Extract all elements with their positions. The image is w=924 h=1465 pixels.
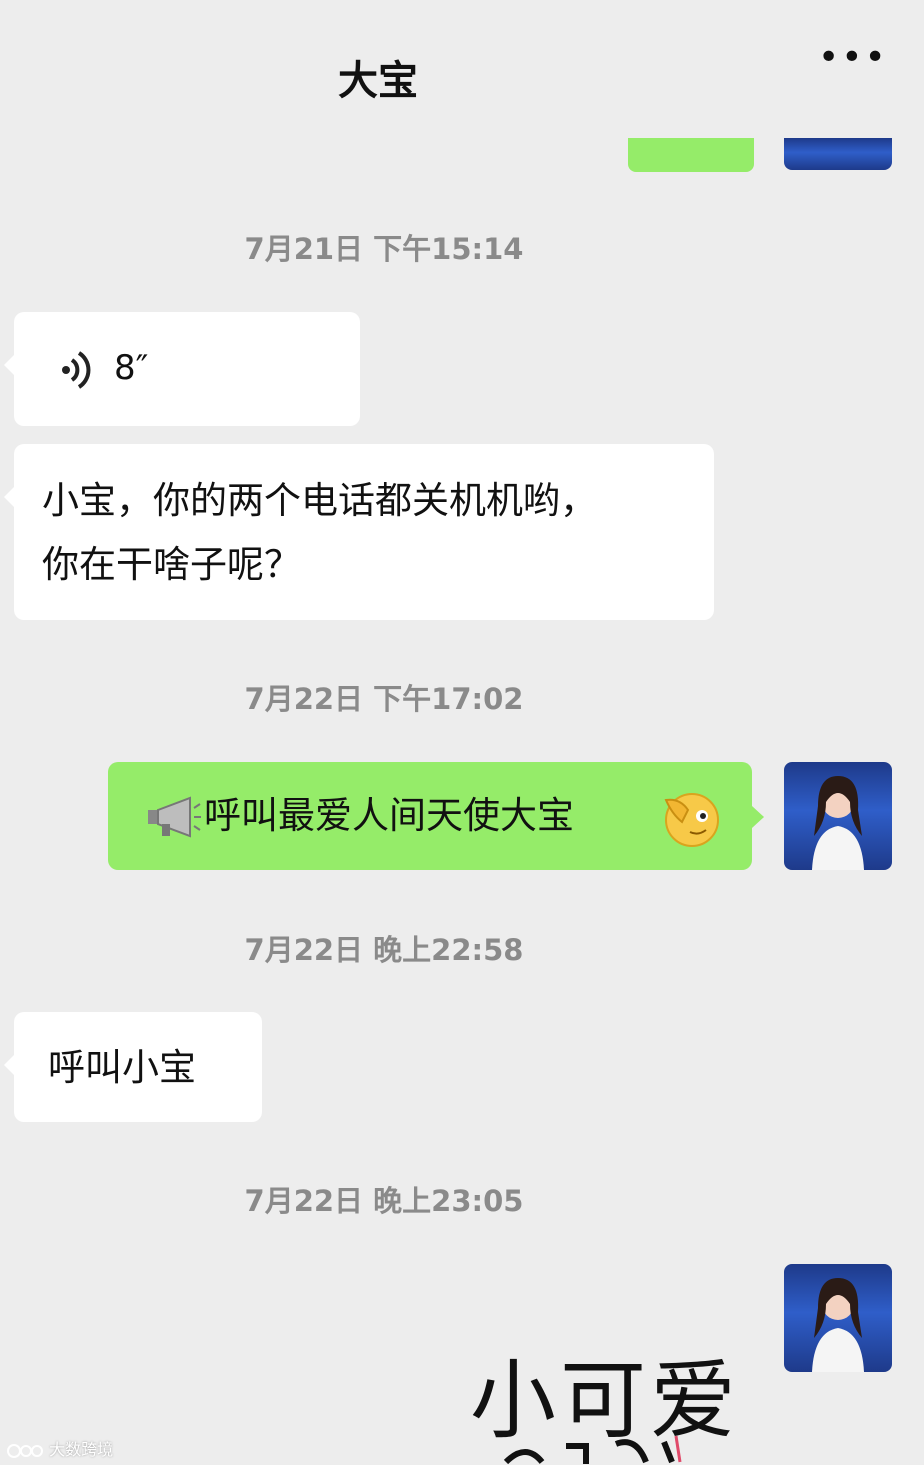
message-timestamp: 7月22日 晚上22:58 [244, 933, 524, 967]
sticker-image-partial [496, 1432, 686, 1465]
megaphone-icon [146, 794, 202, 844]
watermark-text: 大数跨境 [49, 1440, 114, 1459]
voice-duration: 8″ [114, 348, 149, 388]
watermark-logo-icon [6, 1442, 44, 1460]
self-avatar[interactable] [784, 1264, 892, 1372]
message-timestamp: 7月21日 下午15:14 [244, 232, 524, 266]
message-text: 呼叫最爱人间天使大宝 [204, 794, 574, 837]
message-line: 你在干啥子呢？ [42, 543, 301, 586]
message-timestamp: 7月22日 下午17:02 [244, 682, 524, 716]
self-avatar[interactable] [784, 138, 892, 170]
voice-message-bubble[interactable]: 8″ [4, 312, 360, 426]
previous-message-bubble[interactable] [628, 138, 754, 172]
salute-emoji-icon [660, 788, 720, 852]
more-dots-icon[interactable]: ••• [818, 40, 886, 88]
message-line: 小宝，你的两个电话都关机机哟， [42, 479, 597, 522]
message-text: 呼叫小宝 [48, 1046, 196, 1089]
incoming-message-bubble[interactable]: 小宝，你的两个电话都关机机哟， 你在干啥子呢？ [4, 444, 714, 620]
incoming-message-bubble[interactable]: 呼叫小宝 [4, 1012, 262, 1122]
watermark: 大数跨境 [6, 1436, 113, 1460]
self-avatar[interactable] [784, 762, 892, 870]
voice-wave-icon [58, 348, 94, 401]
chat-title: 大宝 [338, 58, 418, 104]
message-timestamp: 7月22日 晚上23:05 [244, 1184, 524, 1218]
outgoing-message-bubble[interactable]: 呼叫最爱人间天使大宝 [108, 762, 764, 870]
